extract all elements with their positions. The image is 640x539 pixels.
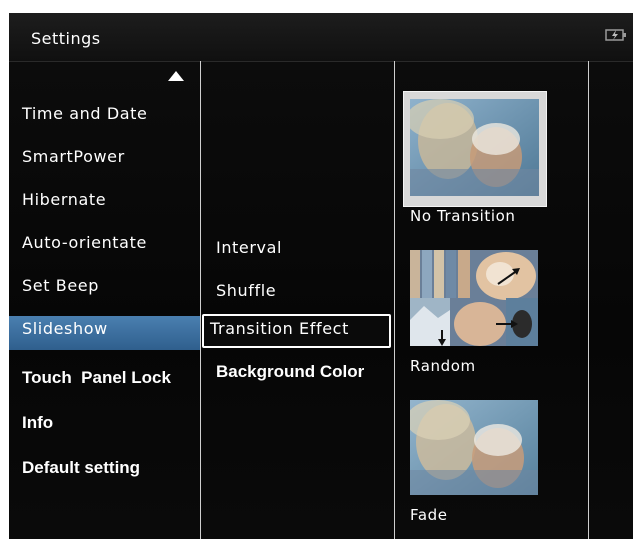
column-divider: [200, 61, 201, 539]
menu-item-default-setting[interactable]: Default setting: [22, 458, 140, 478]
submenu-item-background-color[interactable]: Background Color: [216, 362, 364, 382]
menu-item-info[interactable]: Info: [22, 413, 53, 433]
submenu-item-shuffle[interactable]: Shuffle: [216, 281, 276, 300]
menu-item-touch-panel-lock[interactable]: Touch Panel Lock: [22, 368, 171, 388]
battery-charging-icon: [605, 27, 627, 41]
menu-item-time-and-date[interactable]: Time and Date: [22, 104, 147, 123]
option-label-random: Random: [410, 357, 476, 375]
fade-thumbnail[interactable]: [410, 400, 538, 495]
random-thumbnail[interactable]: [410, 250, 538, 346]
column-divider: [394, 61, 395, 539]
menu-item-slideshow[interactable]: Slideshow: [22, 319, 108, 338]
settings-screen: Settings Time and Date SmartPower Hibern…: [9, 13, 633, 539]
menu-item-set-beep[interactable]: Set Beep: [22, 276, 99, 295]
submenu-item-transition-effect[interactable]: Transition Effect: [210, 319, 349, 338]
no-transition-thumbnail[interactable]: [410, 99, 539, 196]
column-divider: [588, 61, 589, 539]
submenu-item-interval[interactable]: Interval: [216, 238, 282, 257]
menu-item-hibernate[interactable]: Hibernate: [22, 190, 106, 209]
page-title: Settings: [31, 29, 101, 48]
menu-item-auto-orientate[interactable]: Auto-orientate: [22, 233, 147, 252]
menu-item-smartpower[interactable]: SmartPower: [22, 147, 125, 166]
title-bar: Settings: [9, 13, 633, 62]
option-label-no-transition: No Transition: [410, 207, 516, 225]
option-label-fade: Fade: [410, 506, 448, 524]
scroll-up-arrow-icon[interactable]: [168, 71, 184, 81]
